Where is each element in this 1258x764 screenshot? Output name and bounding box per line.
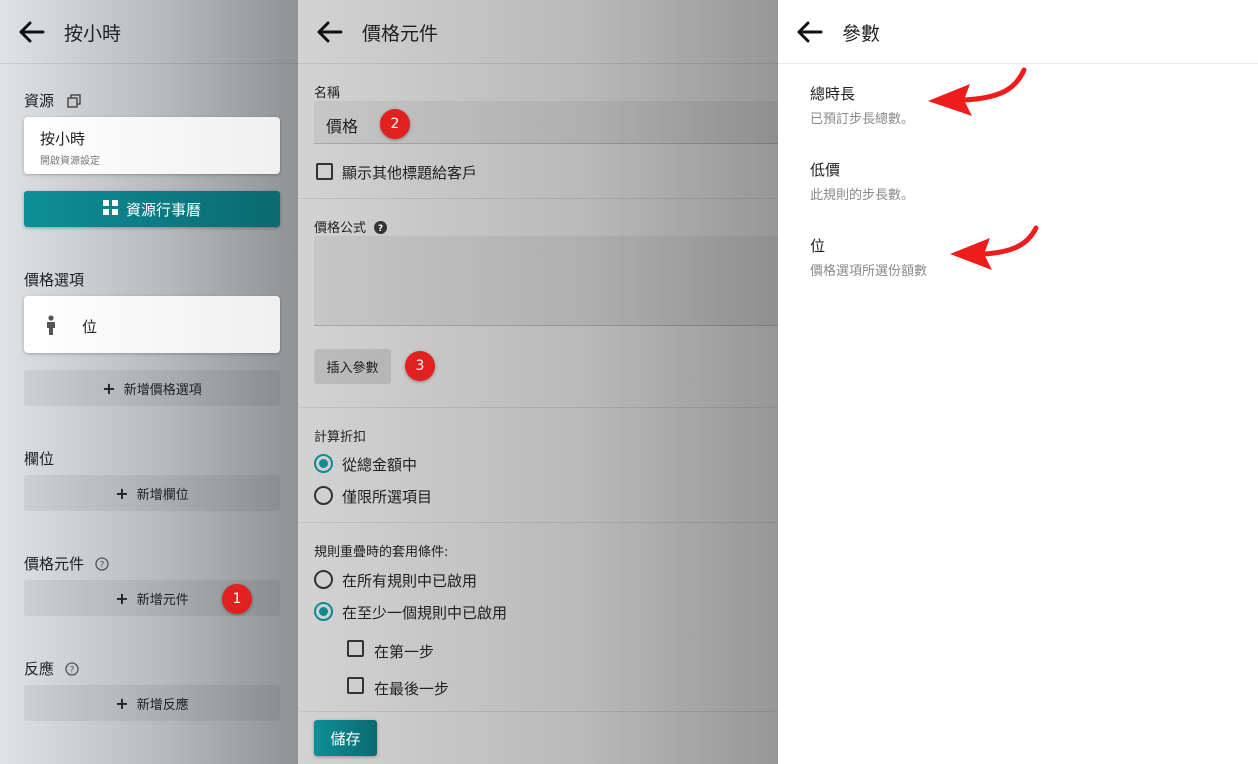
formula-textarea[interactable] — [314, 236, 778, 326]
price-component-header: 價格元件 — [298, 0, 778, 64]
param-desc: 價格選項所選份額數 — [810, 264, 928, 279]
copy-icon[interactable] — [67, 94, 81, 112]
price-components-text: 價格元件 — [24, 555, 85, 573]
plus-icon: + — [102, 378, 116, 398]
page-title: 按小時 — [64, 23, 122, 45]
formula-label-text: 價格公式 — [314, 221, 367, 236]
red-arrow-icon — [928, 67, 1027, 116]
resource-panel: 按小時 資源 按小時 開啟資源設定 資源行事曆 價格選項 位 + 新增價格選項 … — [0, 0, 298, 764]
param-name: 總時長 — [810, 85, 856, 103]
svg-text:?: ? — [378, 224, 383, 234]
resource-card-subtitle: 開啟資源設定 — [40, 156, 100, 167]
svg-text:?: ? — [99, 561, 104, 571]
price-component-panel: 價格元件 名稱 價格 2 顯示其他標題給客戶 價格公式 ? 插入參數 3 計算折… — [298, 0, 778, 764]
param-item-low-price[interactable]: 低價 此規則的步長數。 — [778, 146, 1258, 218]
name-value: 價格 — [326, 117, 359, 136]
discount-option-selected: 僅限所選項目 — [342, 488, 433, 506]
price-options-label: 價格選項 — [24, 271, 85, 289]
plus-icon: + — [115, 483, 129, 503]
parameters-panel: 參數 總時長 已預訂步長總數。 低價 此規則的步長數。 位 價格選項所選份額數 — [778, 0, 1258, 764]
add-field-label: 新增欄位 — [136, 487, 189, 503]
last-step-label: 在最後一步 — [374, 680, 450, 698]
divider — [298, 522, 778, 523]
resource-calendar-button[interactable]: 資源行事曆 — [24, 191, 280, 227]
overlap-label: 規則重疊時的套用條件: — [314, 545, 449, 560]
resource-label: 資源 — [24, 90, 81, 112]
name-label: 名稱 — [314, 86, 341, 101]
param-desc: 此規則的步長數。 — [810, 188, 915, 203]
red-arrow-icon — [950, 225, 1039, 270]
overlap-option-all: 在所有規則中已啟用 — [342, 572, 478, 590]
overlap-option-any: 在至少一個規則中已啟用 — [342, 604, 508, 622]
reactions-text: 反應 — [24, 660, 55, 678]
grid-icon — [102, 199, 118, 219]
discount-label: 計算折扣 — [314, 430, 367, 445]
help-icon[interactable]: ? — [95, 557, 109, 575]
overlap-radio-all[interactable] — [314, 570, 333, 589]
plus-icon: + — [115, 588, 129, 608]
add-reaction-label: 新增反應 — [136, 697, 189, 713]
person-icon — [44, 315, 58, 339]
discount-option-total: 從總金額中 — [342, 456, 418, 474]
show-other-title-label: 顯示其他標題給客戶 — [342, 164, 478, 182]
resource-calendar-label: 資源行事曆 — [125, 200, 201, 219]
resource-card-title: 按小時 — [40, 130, 86, 148]
divider — [298, 711, 778, 712]
price-option-label: 位 — [82, 318, 98, 336]
fields-label: 欄位 — [24, 450, 55, 468]
parameters-title: 參數 — [842, 23, 881, 45]
add-field-button[interactable]: + 新增欄位 — [24, 475, 280, 511]
price-components-label: 價格元件 ? — [24, 553, 109, 575]
step-badge-1: 1 — [222, 584, 252, 614]
back-arrow-icon[interactable] — [796, 18, 824, 46]
step-badge-2: 2 — [380, 109, 410, 139]
resource-header: 按小時 — [0, 0, 298, 64]
parameters-header: 參數 — [778, 0, 1258, 64]
price-option-card[interactable]: 位 — [24, 296, 280, 353]
last-step-checkbox[interactable] — [347, 677, 364, 694]
first-step-label: 在第一步 — [374, 643, 435, 661]
add-reaction-button[interactable]: + 新增反應 — [24, 685, 280, 721]
divider — [298, 407, 778, 408]
step-badge-3: 3 — [405, 351, 435, 381]
divider — [298, 198, 778, 199]
plus-icon: + — [115, 693, 129, 713]
show-other-title-checkbox[interactable] — [316, 163, 333, 180]
help-icon[interactable]: ? — [65, 662, 79, 680]
overlap-radio-any[interactable] — [314, 602, 333, 621]
resource-label-text: 資源 — [24, 92, 55, 110]
add-component-label: 新增元件 — [136, 592, 189, 608]
param-name: 位 — [810, 237, 826, 255]
panel-title: 價格元件 — [362, 23, 439, 45]
discount-radio-total[interactable] — [314, 454, 333, 473]
param-name: 低價 — [810, 161, 841, 179]
back-arrow-icon[interactable] — [316, 18, 344, 46]
add-price-option-label: 新增價格選項 — [123, 382, 202, 398]
insert-parameter-button[interactable]: 插入參數 — [314, 349, 391, 384]
svg-text:?: ? — [69, 666, 74, 676]
resource-card[interactable]: 按小時 開啟資源設定 — [24, 117, 280, 174]
formula-label: 價格公式 ? — [314, 217, 388, 238]
back-arrow-icon[interactable] — [18, 18, 46, 46]
save-button[interactable]: 儲存 — [314, 720, 377, 756]
param-desc: 已預訂步長總數。 — [810, 112, 915, 127]
discount-radio-selected[interactable] — [314, 486, 333, 505]
first-step-checkbox[interactable] — [347, 640, 364, 657]
reactions-label: 反應 ? — [24, 658, 79, 680]
add-price-option-button[interactable]: + 新增價格選項 — [24, 370, 280, 406]
